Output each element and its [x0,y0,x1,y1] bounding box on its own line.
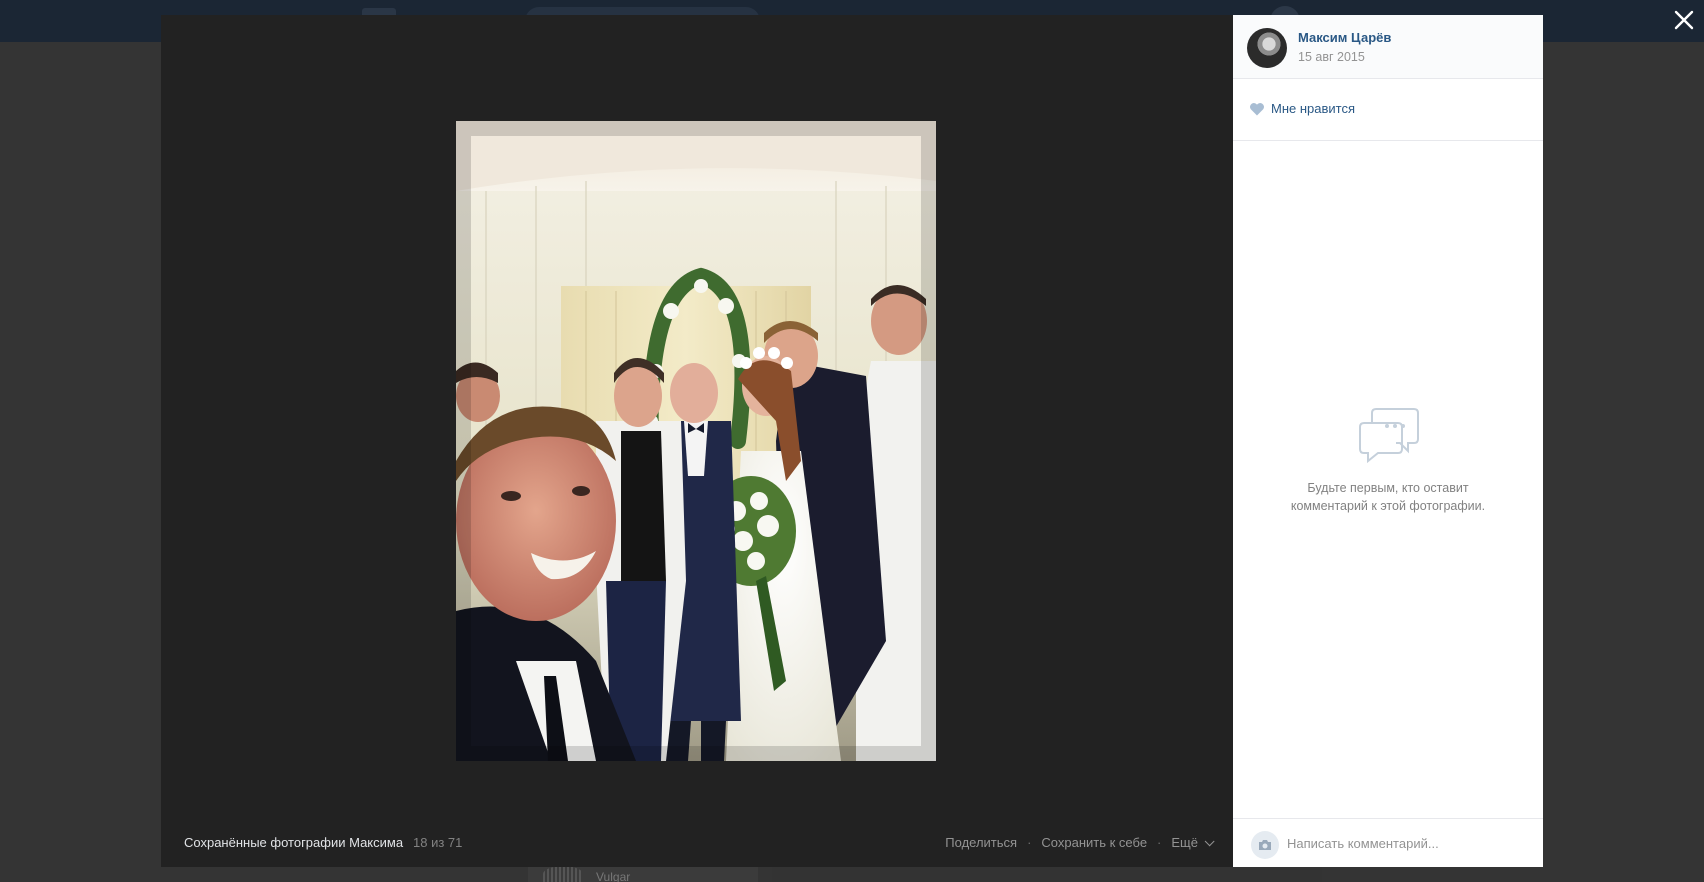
photo-viewer: Сохранённые фотографии Максима 18 из 71 … [161,15,1233,867]
share-button[interactable]: Поделиться [945,835,1017,850]
like-row: Мне нравится [1233,79,1543,141]
save-to-self-button[interactable]: Сохранить к себе [1041,835,1147,850]
close-icon [1674,10,1694,30]
more-button[interactable]: Ещё [1171,835,1215,850]
camera-icon [1259,840,1271,850]
viewer-footer: Сохранённые фотографии Максима 18 из 71 … [161,835,1233,859]
comment-bubbles-icon [1359,408,1419,464]
post-date: 15 авг 2015 [1298,50,1365,64]
more-label: Ещё [1171,835,1198,850]
action-separator: · [1157,835,1162,850]
close-button[interactable] [1672,8,1696,32]
like-button[interactable]: Мне нравится [1249,101,1355,116]
comments-empty-text: Будьте первым, кто оставит комментарий к… [1290,481,1486,513]
action-separator: · [1027,835,1032,850]
background-card-thumbnail [543,866,583,882]
author-name-link[interactable]: Максим Царёв [1298,30,1391,45]
photo-side-panel: Максим Царёв 15 авг 2015 Мне нравится Бу… [1233,15,1543,867]
chevron-down-icon [1204,836,1215,847]
comment-bar [1233,818,1543,867]
heart-icon [1250,102,1264,115]
comments-empty-state: Будьте первым, кто оставит комментарий к… [1233,405,1543,515]
attach-photo-button[interactable] [1251,831,1279,859]
comment-input[interactable] [1287,833,1527,853]
background-card-text: Vulgar [596,870,631,882]
photo-counter: 18 из 71 [413,835,463,850]
photo-image [456,121,936,761]
author-avatar[interactable] [1247,28,1287,68]
like-label: Мне нравится [1271,101,1356,116]
photo-actions: Поделиться · Сохранить к себе · Ещё [945,835,1215,850]
photo[interactable] [456,121,936,761]
album-title-link[interactable]: Сохранённые фотографии Максима [184,835,403,850]
author-header: Максим Царёв 15 авг 2015 [1233,15,1543,79]
